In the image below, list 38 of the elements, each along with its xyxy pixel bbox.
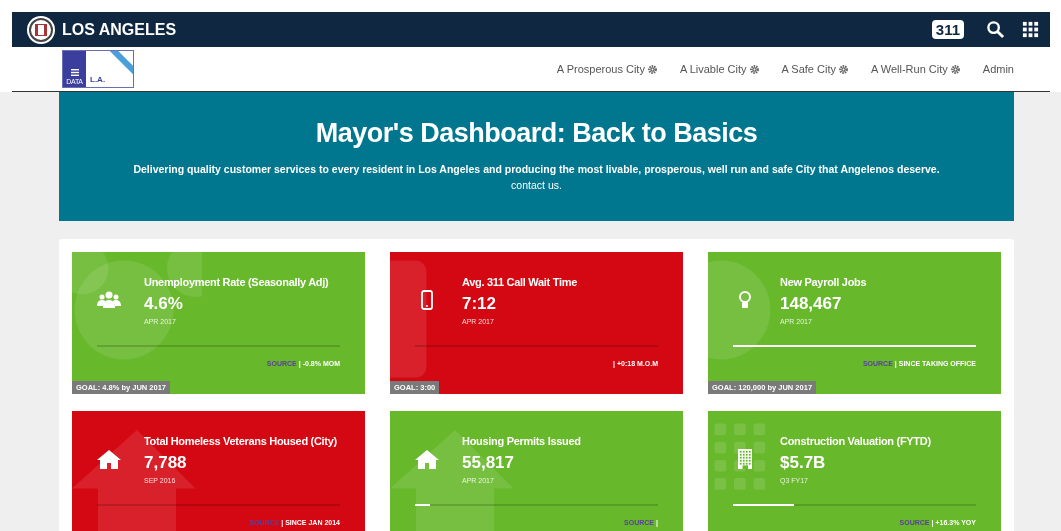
house-icon — [415, 449, 439, 469]
metric-value: 55,817 — [462, 453, 515, 473]
city-seal-icon — [26, 14, 56, 45]
menu-icon — [70, 69, 79, 76]
metric-title: Avg. 311 Call Wait Time — [462, 276, 578, 288]
nav-link[interactable]: Admin — [982, 63, 1014, 75]
metric-title: Total Homeless Veterans Housed (City) — [144, 435, 338, 447]
gear-icon — [838, 63, 849, 75]
hero-description: Delivering quality customer services to every resident in Los Angeles and producing the most livable, prosperous, well run and safe City that Angelenos deserve. — [132, 163, 941, 175]
metric-title: Construction Valuation (FYTD) — [780, 435, 932, 447]
nav-link[interactable]: A Livable City — [679, 63, 760, 75]
nav-link[interactable]: A Safe City — [781, 63, 849, 75]
metric-title: Housing Permits Issued — [462, 435, 582, 447]
search-icon[interactable] — [986, 20, 1005, 39]
gear-icon — [949, 63, 961, 75]
phone-icon — [421, 290, 433, 310]
nav-link[interactable]: A Well-Run City — [871, 63, 961, 75]
lightbulb-icon — [738, 290, 752, 310]
logo-text: L.A. — [90, 75, 106, 84]
nav-link[interactable]: A Prosperous City — [556, 63, 658, 75]
311-badge[interactable]: 311 — [931, 20, 964, 39]
metric-value: $5.7B — [780, 453, 827, 473]
house-icon — [97, 449, 121, 469]
gear-icon — [646, 63, 658, 75]
window-grid-drawing — [714, 423, 766, 490]
dashboard-title: Mayor's Dashboard: Back to Basics — [314, 118, 759, 149]
metric-value: 7,788 — [144, 453, 188, 473]
building-icon — [737, 449, 753, 469]
people-icon — [97, 290, 121, 310]
metric-value: 148,467 — [780, 294, 843, 314]
metric-value: 7:12 — [462, 294, 498, 314]
metric-value: 4.6% — [144, 294, 184, 314]
metric-title: Unemployment Rate (Seasonally Adj) — [144, 276, 330, 288]
apps-grid-icon[interactable] — [1021, 20, 1040, 39]
metric-title: New Payroll Jobs — [780, 276, 868, 288]
site-title[interactable]: LOS ANGELES — [62, 20, 177, 39]
contact-link[interactable]: contact us. — [511, 179, 562, 191]
gear-icon — [748, 63, 760, 75]
